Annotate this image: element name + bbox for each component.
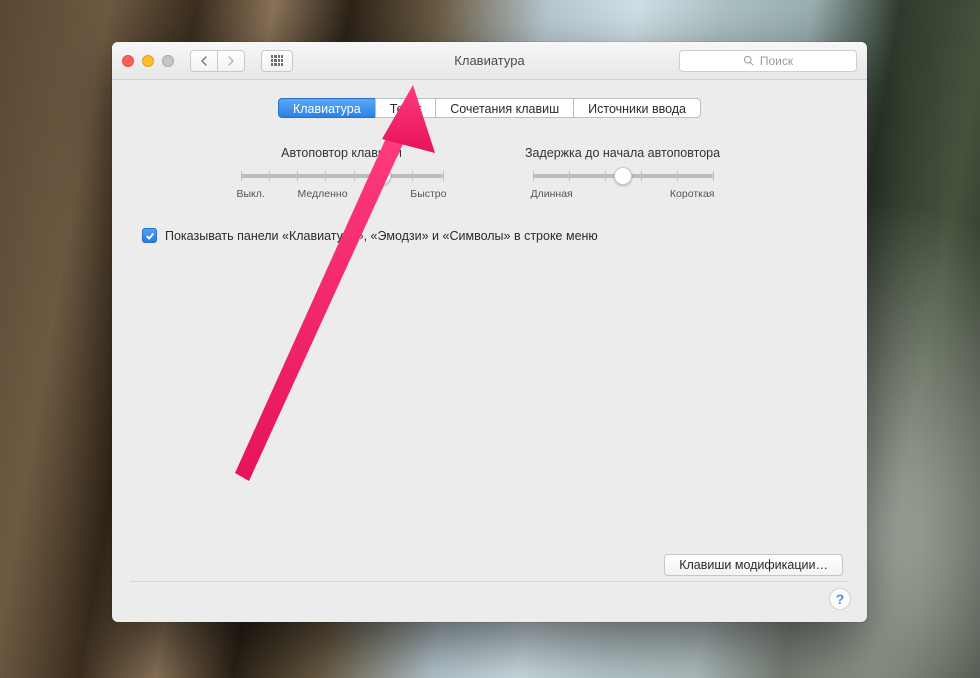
delay-label: Задержка до начала автоповтора [503,146,743,160]
modifier-keys-button[interactable]: Клавиши модификации… [664,554,843,576]
delay-min: Длинная [531,188,573,200]
key-repeat-max: Быстро [410,188,446,200]
content-area: Клавиатура Текст Сочетания клавиш Источн… [112,80,867,622]
nav-buttons [190,50,245,72]
forward-button[interactable] [217,50,245,72]
tab-bar: Клавиатура Текст Сочетания клавиш Источн… [138,98,841,118]
key-repeat-mid: Медленно [298,188,348,200]
zoom-icon[interactable] [162,55,174,67]
key-repeat-min: Выкл. [237,188,265,200]
delay-knob[interactable] [614,167,632,185]
grid-icon [271,55,283,67]
close-icon[interactable] [122,55,134,67]
window-controls [122,55,174,67]
back-button[interactable] [190,50,218,72]
search-placeholder: Поиск [760,54,793,68]
separator [130,581,849,582]
delay-slider[interactable] [533,174,713,178]
help-icon: ? [836,591,845,607]
titlebar: Клавиатура Поиск [112,42,867,80]
search-icon [743,55,754,66]
key-repeat-scale: Выкл. Медленно Быстро [237,188,447,200]
help-button[interactable]: ? [829,588,851,610]
key-repeat-label: Автоповтор клавиши [237,146,447,160]
sliders-row: Автоповтор клавиши Выкл. Медленно Быстро [138,146,841,200]
delay-block: Задержка до начала автоповтора Длинная К… [503,146,743,200]
preferences-window: Клавиатура Поиск Клавиатура Текст Сочета… [112,42,867,622]
tab-text[interactable]: Текст [375,98,436,118]
delay-scale: Длинная Короткая [531,188,715,200]
show-all-button[interactable] [261,50,293,72]
key-repeat-slider[interactable] [241,174,443,178]
show-viewer-checkbox[interactable] [142,228,157,243]
minimize-icon[interactable] [142,55,154,67]
show-viewer-row: Показывать панели «Клавиатура», «Эмодзи»… [142,228,841,243]
key-repeat-block: Автоповтор клавиши Выкл. Медленно Быстро [237,146,447,200]
key-repeat-knob[interactable] [373,167,391,185]
tab-shortcuts[interactable]: Сочетания клавиш [435,98,574,118]
check-icon [145,231,155,241]
search-input[interactable]: Поиск [679,50,857,72]
tab-input-sources[interactable]: Источники ввода [573,98,701,118]
show-viewer-label: Показывать панели «Клавиатура», «Эмодзи»… [165,229,598,243]
delay-max: Короткая [670,188,715,200]
tab-keyboard[interactable]: Клавиатура [278,98,376,118]
